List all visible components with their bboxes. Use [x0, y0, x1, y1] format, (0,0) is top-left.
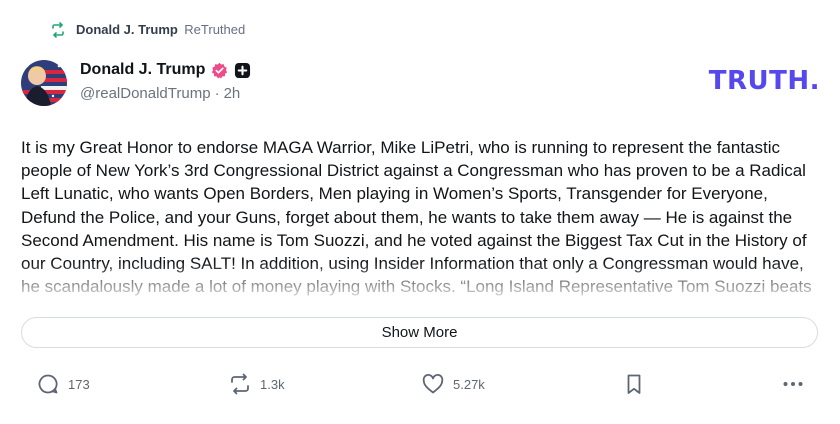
reply-icon [38, 374, 58, 394]
bookmark-action[interactable] [622, 372, 646, 396]
logo-dot: . [809, 66, 820, 96]
bookmark-icon [627, 374, 641, 394]
truth-logo: TRUTH. [709, 66, 820, 96]
reply-action[interactable]: 173 [36, 372, 90, 396]
retruth-icon [52, 22, 64, 38]
logo-text: TRUTH [708, 66, 810, 96]
post-time[interactable]: 2h [224, 85, 241, 102]
action-bar: 173 1.3k 5.27k [36, 372, 812, 396]
verified-badge-icon [212, 62, 228, 78]
retruth-header: Donald J. Trump ReTruthed [50, 20, 245, 40]
retruth-action[interactable]: 1.3k [228, 372, 285, 396]
retruth-count: 1.3k [260, 376, 285, 392]
retruth-action-icon [231, 373, 249, 395]
plus-badge-icon [235, 62, 251, 78]
like-action[interactable]: 5.27k [421, 372, 485, 396]
more-action[interactable] [781, 372, 805, 396]
avatar[interactable] [21, 60, 67, 106]
author-handle[interactable]: @realDonaldTrump [80, 85, 211, 102]
author-name[interactable]: Donald J. Trump [80, 61, 205, 79]
separator: · [214, 85, 220, 102]
retruth-author[interactable]: Donald J. Trump [76, 22, 178, 37]
author-block: Donald J. Trump @realDonaldTrump · 2h [80, 58, 251, 102]
reply-count: 173 [68, 376, 90, 392]
heart-icon [422, 374, 444, 394]
post-text: It is my Great Honor to endorse MAGA War… [21, 138, 812, 297]
more-icon [783, 382, 803, 386]
like-count: 5.27k [453, 376, 485, 392]
show-more-button[interactable]: Show More [21, 317, 818, 348]
retruth-label: ReTruthed [184, 22, 246, 37]
